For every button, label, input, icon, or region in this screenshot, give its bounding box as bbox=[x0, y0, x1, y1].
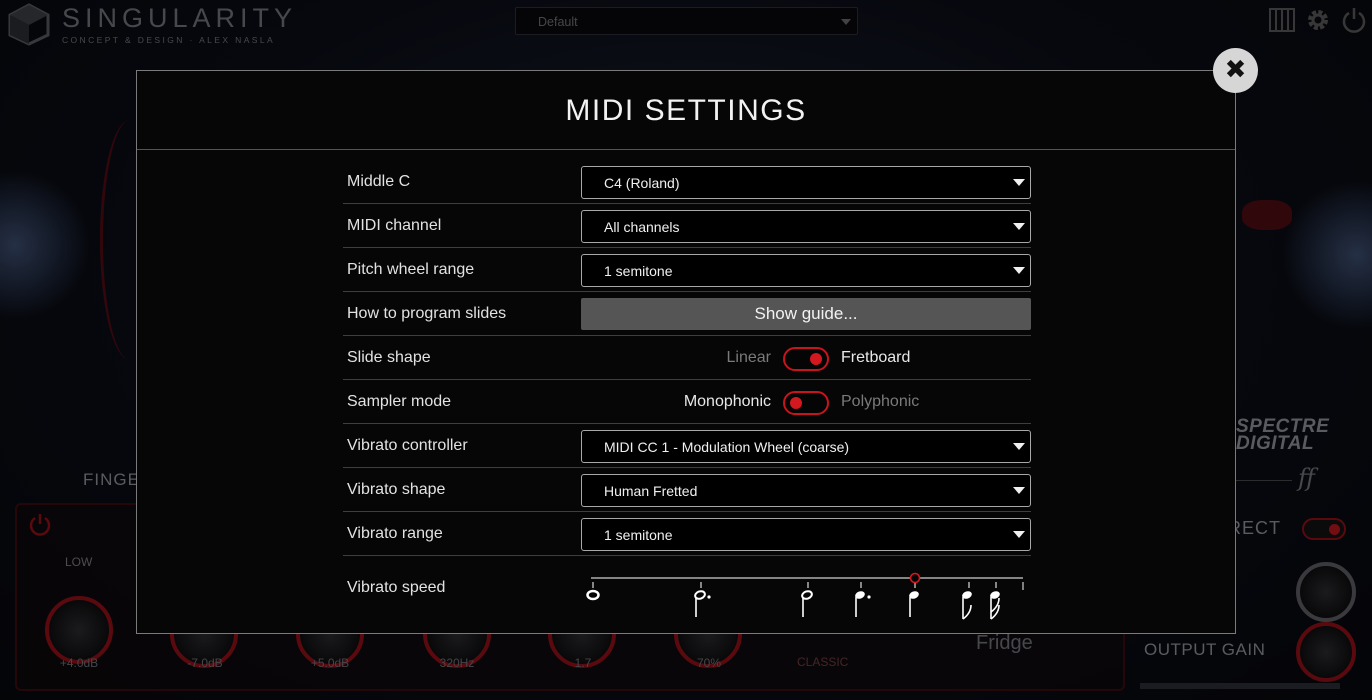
slide-shape-toggle[interactable] bbox=[783, 347, 829, 371]
row-midi-channel: MIDI channel All channels bbox=[343, 204, 1031, 248]
row-middle-c: Middle C C4 (Roland) bbox=[343, 160, 1031, 204]
row-vibrato-shape: Vibrato shape Human Fretted bbox=[343, 468, 1031, 512]
chevron-down-icon bbox=[1013, 223, 1025, 230]
dialog-title: MIDI SETTINGS bbox=[137, 71, 1235, 150]
vibrato-controller-dropdown[interactable]: MIDI CC 1 - Modulation Wheel (coarse) bbox=[581, 430, 1031, 463]
midi-settings-dialog: MIDI SETTINGS Middle C C4 (Roland) MIDI … bbox=[136, 70, 1236, 634]
toggle-option-linear[interactable]: Linear bbox=[727, 349, 771, 367]
midi-channel-dropdown[interactable]: All channels bbox=[581, 210, 1031, 243]
chevron-down-icon bbox=[1013, 487, 1025, 494]
vibrato-shape-dropdown[interactable]: Human Fretted bbox=[581, 474, 1031, 507]
dropdown-value: All channels bbox=[604, 219, 680, 235]
quarter-note-icon[interactable] bbox=[908, 582, 920, 617]
row-vibrato-range: Vibrato range 1 semitone bbox=[343, 512, 1031, 556]
show-guide-button[interactable]: Show guide... bbox=[581, 298, 1031, 330]
chevron-down-icon bbox=[1013, 267, 1025, 274]
dropdown-value: 1 semitone bbox=[604, 527, 673, 543]
row-label: Sampler mode bbox=[347, 392, 452, 410]
row-label: MIDI channel bbox=[347, 216, 442, 234]
toggle-option-fretboard[interactable]: Fretboard bbox=[841, 349, 910, 367]
row-vibrato-controller: Vibrato controller MIDI CC 1 - Modulatio… bbox=[343, 424, 1031, 468]
half-note-icon[interactable] bbox=[801, 582, 813, 617]
eighth-note-icon[interactable] bbox=[961, 582, 973, 620]
row-label: Vibrato controller bbox=[347, 436, 468, 454]
row-label: Vibrato shape bbox=[347, 480, 446, 498]
row-vibrato-speed: Vibrato speed bbox=[343, 557, 1031, 629]
dropdown-value: C4 (Roland) bbox=[604, 175, 680, 191]
dotted-quarter-note-icon[interactable] bbox=[854, 582, 871, 617]
sixteenth-note-icon[interactable] bbox=[989, 582, 1001, 620]
dropdown-value: 1 semitone bbox=[604, 263, 673, 279]
pitch-wheel-dropdown[interactable]: 1 semitone bbox=[581, 254, 1031, 287]
dropdown-value: MIDI CC 1 - Modulation Wheel (coarse) bbox=[604, 439, 850, 455]
row-pitch-wheel: Pitch wheel range 1 semitone bbox=[343, 248, 1031, 292]
row-label: Vibrato speed bbox=[347, 579, 446, 596]
chevron-down-icon bbox=[1013, 531, 1025, 538]
toggle-option-polyphonic[interactable]: Polyphonic bbox=[841, 393, 919, 411]
row-slide-shape: Slide shape Linear Fretboard bbox=[343, 336, 1031, 380]
whole-note-icon[interactable] bbox=[586, 582, 600, 601]
vibrato-range-dropdown[interactable]: 1 semitone bbox=[581, 518, 1031, 551]
toggle-knob bbox=[810, 352, 822, 365]
row-label: How to program slides bbox=[347, 304, 507, 322]
vibrato-speed-slider[interactable] bbox=[583, 557, 1031, 627]
middle-c-dropdown[interactable]: C4 (Roland) bbox=[581, 166, 1031, 199]
row-label: Slide shape bbox=[347, 348, 431, 366]
row-label: Pitch wheel range bbox=[347, 260, 475, 278]
row-label: Vibrato range bbox=[347, 524, 443, 542]
close-icon[interactable]: ✖ bbox=[1213, 48, 1258, 93]
chevron-down-icon bbox=[1013, 179, 1025, 186]
toggle-knob bbox=[790, 396, 802, 409]
row-label: Middle C bbox=[347, 172, 411, 190]
slider-thumb[interactable] bbox=[909, 572, 921, 584]
toggle-option-monophonic[interactable]: Monophonic bbox=[684, 393, 771, 411]
row-slides-guide: How to program slides Show guide... bbox=[343, 292, 1031, 336]
sampler-mode-toggle[interactable] bbox=[783, 391, 829, 415]
dropdown-value: Human Fretted bbox=[604, 483, 698, 499]
chevron-down-icon bbox=[1013, 443, 1025, 450]
row-sampler-mode: Sampler mode Monophonic Polyphonic bbox=[343, 380, 1031, 424]
dotted-half-note-icon[interactable] bbox=[694, 582, 711, 617]
